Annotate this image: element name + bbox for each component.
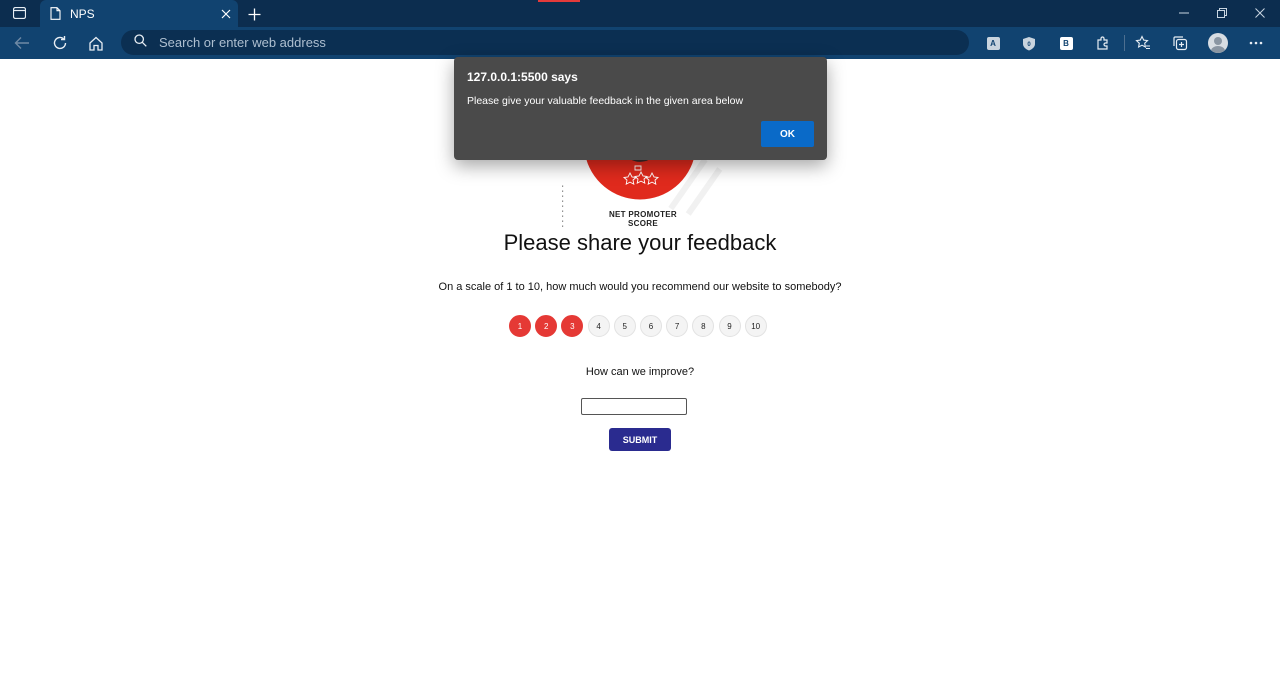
accent-line [538, 0, 580, 2]
address-input[interactable] [159, 35, 919, 50]
improve-label: How can we improve? [585, 366, 695, 378]
page-icon [50, 6, 62, 21]
back-icon[interactable] [12, 33, 32, 53]
tab-title: NPS [70, 6, 95, 21]
rating-button-8[interactable]: 8 [692, 315, 715, 337]
tab-actions-icon[interactable] [12, 6, 26, 20]
rating-button-10[interactable]: 10 [744, 315, 767, 337]
search-icon [134, 33, 147, 52]
rating-button-2[interactable]: 2 [535, 315, 558, 337]
dialog-message: Please give your valuable feedback in th… [467, 95, 744, 107]
close-window-icon[interactable] [1250, 4, 1270, 22]
rating-button-3[interactable]: 3 [561, 315, 584, 337]
restore-icon[interactable] [1212, 4, 1232, 22]
refresh-icon[interactable] [50, 33, 70, 53]
logo-caption: NET PROMOTER SCORE [608, 210, 678, 228]
rating-question: On a scale of 1 to 10, how much would yo… [438, 281, 842, 293]
tab-strip: NPS [0, 0, 1280, 27]
logo-credit-text: ▪▪▪▪▪▪▪▪▪ [560, 184, 565, 229]
rating-button-1[interactable]: 1 [509, 315, 531, 337]
feedback-input[interactable] [581, 398, 687, 415]
browser-toolbar: A 0 B [0, 27, 1280, 59]
toolbar-divider [1124, 35, 1125, 51]
extension-1-icon[interactable]: A [983, 33, 1003, 53]
rating-button-6[interactable]: 6 [639, 315, 662, 337]
profile-avatar[interactable] [1208, 33, 1228, 53]
close-tab-icon[interactable] [218, 6, 234, 22]
favorites-star-icon[interactable] [1133, 33, 1153, 53]
address-bar[interactable] [121, 30, 969, 55]
extension-b-icon[interactable]: B [1056, 33, 1076, 53]
avatar [1208, 33, 1228, 53]
new-tab-icon[interactable] [244, 4, 264, 24]
submit-button[interactable]: SUBMIT [609, 428, 671, 451]
rating-button-5[interactable]: 5 [613, 315, 636, 337]
rating-scale: 1 2 3 4 5 6 7 8 9 10 [509, 315, 767, 337]
alert-dialog: 127.0.0.1:5500 says Please give your val… [454, 57, 827, 160]
more-menu-icon[interactable] [1246, 33, 1266, 53]
home-icon[interactable] [86, 33, 106, 53]
ublock-shield-icon[interactable]: 0 [1019, 33, 1039, 53]
tab-nps[interactable]: NPS [40, 0, 238, 27]
dialog-ok-button[interactable]: OK [761, 121, 814, 147]
page-title: Please share your feedback [503, 230, 777, 255]
minimize-icon[interactable] [1174, 4, 1194, 22]
rating-button-7[interactable]: 7 [666, 315, 689, 337]
rating-button-9[interactable]: 9 [718, 315, 741, 337]
extensions-puzzle-icon[interactable] [1093, 33, 1113, 53]
dialog-title: 127.0.0.1:5500 says [467, 70, 578, 84]
collections-icon[interactable] [1170, 33, 1190, 53]
rating-button-4[interactable]: 4 [587, 315, 610, 337]
